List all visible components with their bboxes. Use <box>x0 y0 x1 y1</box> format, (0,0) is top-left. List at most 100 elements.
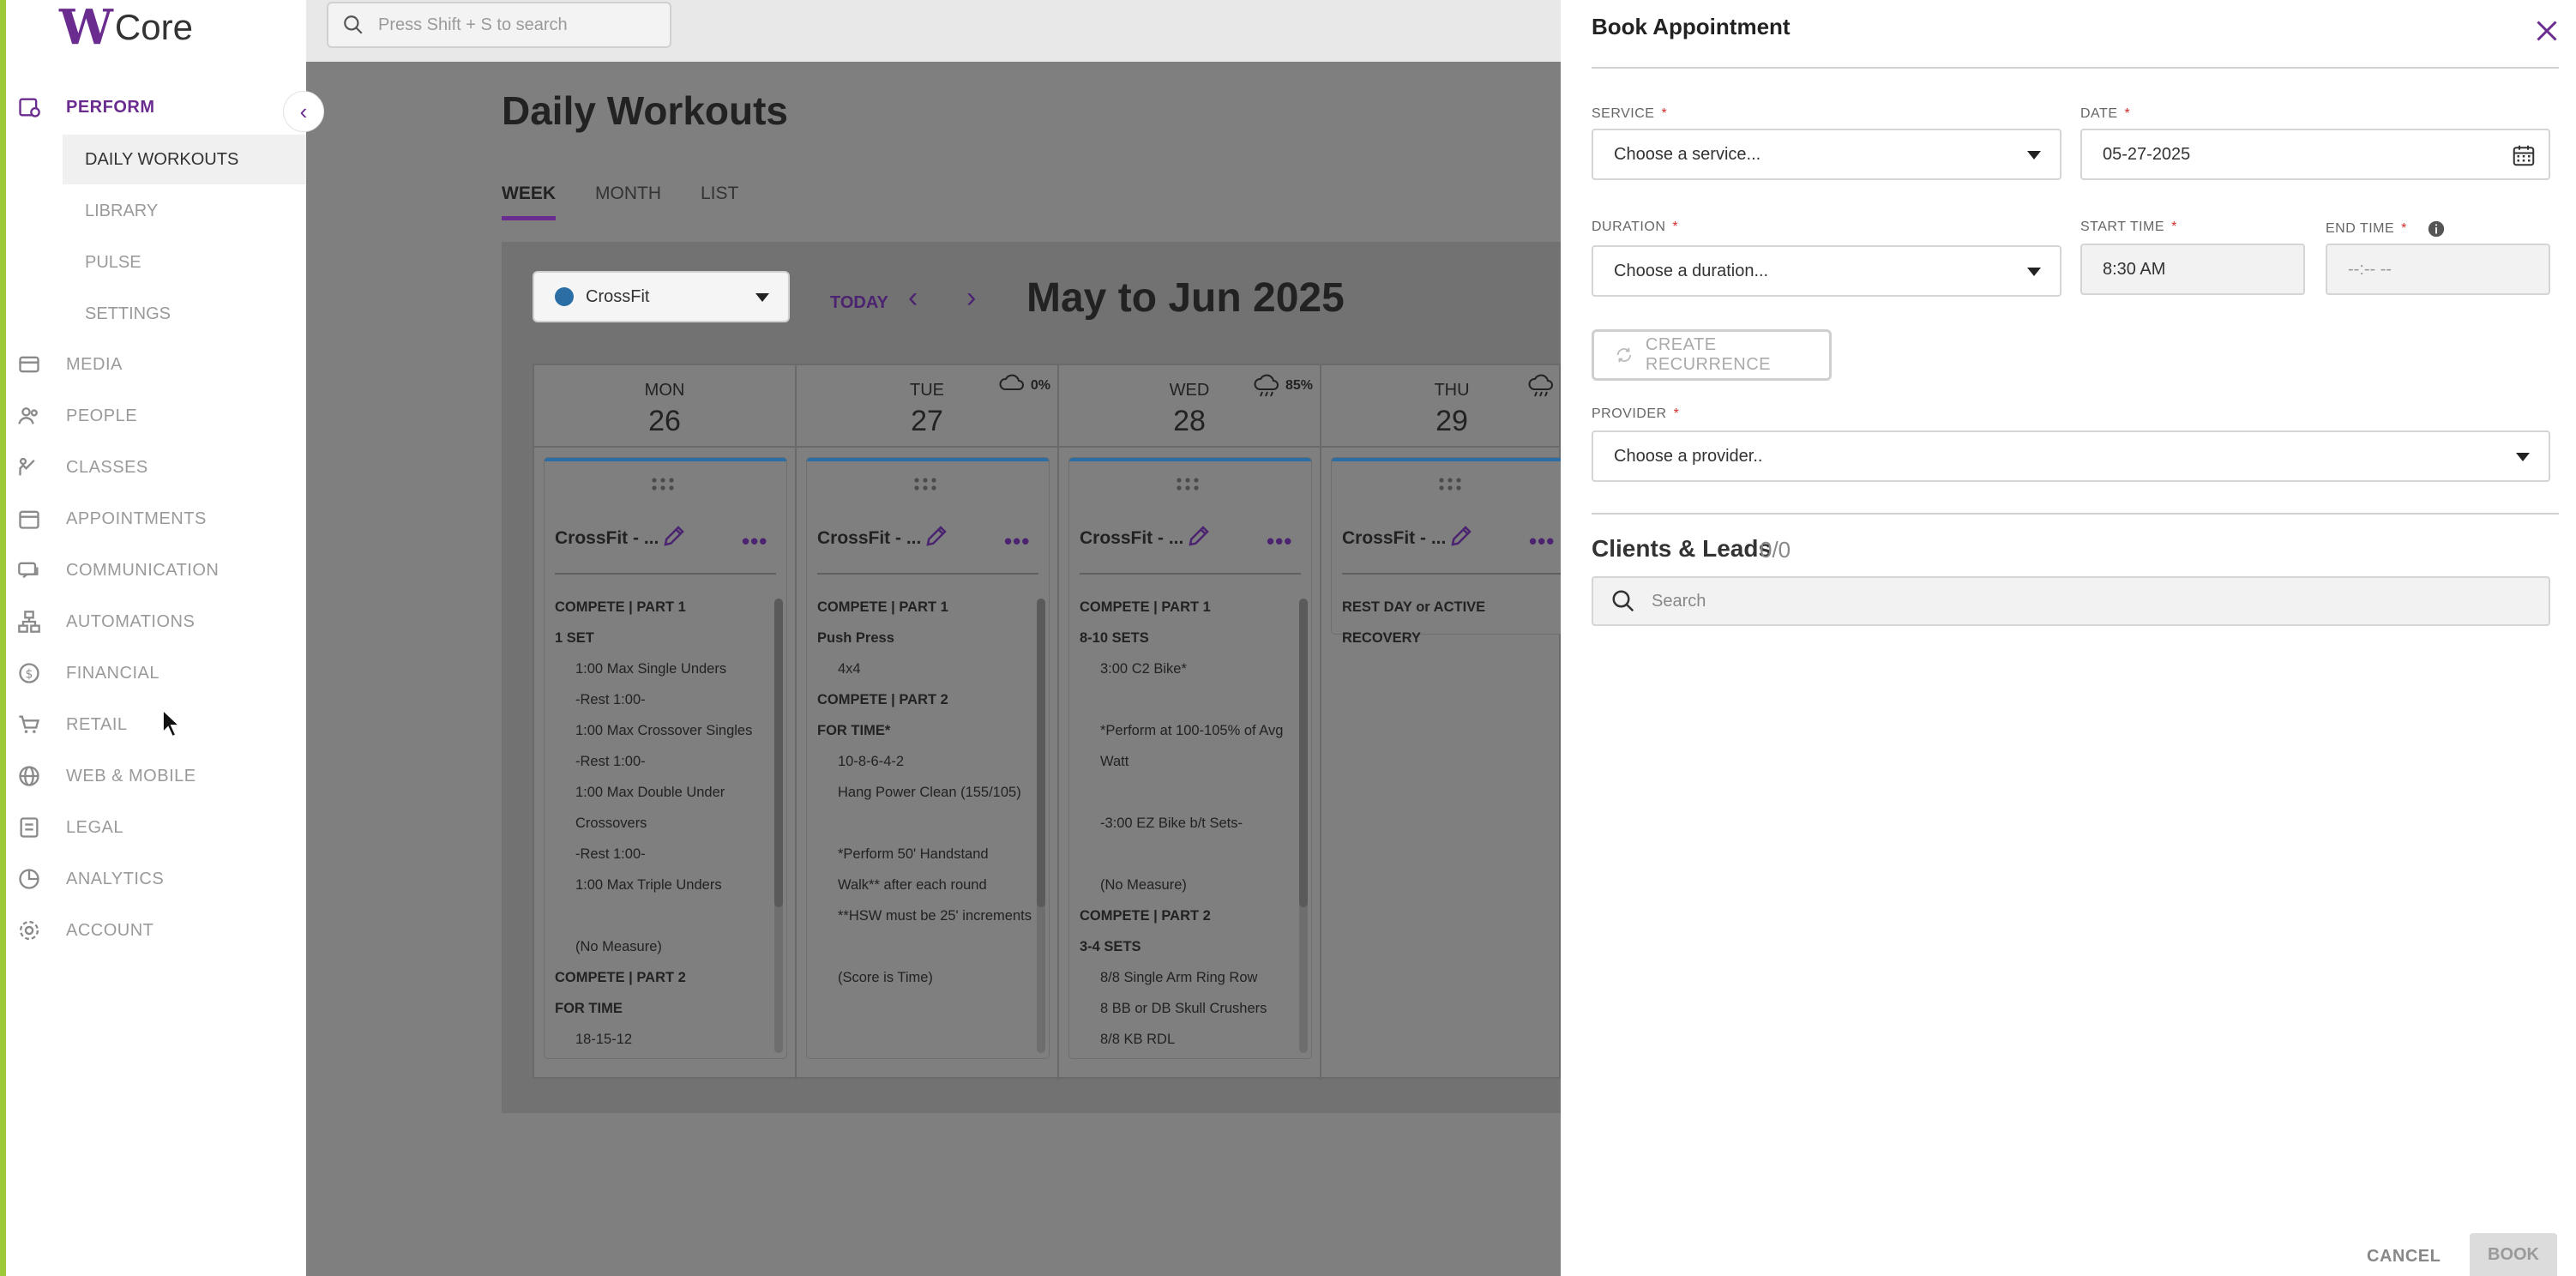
financial-icon: $ <box>16 660 42 686</box>
sidebar-item-automations[interactable]: AUTOMATIONS <box>6 599 306 645</box>
rain-cloud-icon <box>1254 374 1279 397</box>
scrollbar-thumb[interactable] <box>774 599 783 907</box>
sidebar-item-label: ANALYTICS <box>66 869 165 888</box>
sidebar-item-classes[interactable]: CLASSES <box>6 444 306 491</box>
start-time-input[interactable]: 8:30 AM <box>2080 244 2305 295</box>
prev-week-button[interactable]: ‹ <box>908 281 918 315</box>
more-options-icon[interactable]: ••• <box>1267 528 1292 555</box>
cancel-button[interactable]: CANCEL <box>2367 1247 2441 1267</box>
sidebar-item-retail[interactable]: RETAIL <box>6 701 306 748</box>
search-icon <box>1612 590 1634 612</box>
more-options-icon[interactable]: ••• <box>742 528 767 555</box>
people-icon <box>16 403 42 429</box>
cloud-icon <box>999 374 1024 390</box>
edit-pencil-icon[interactable] <box>924 523 949 549</box>
sidebar-item-perform[interactable]: PERFORM <box>6 84 306 130</box>
sidebar-item-financial[interactable]: $ FINANCIAL <box>6 650 306 696</box>
sidebar-item-label: PEOPLE <box>66 406 138 425</box>
workout-title: CrossFit - ... <box>817 528 922 548</box>
edit-pencil-icon[interactable] <box>1186 523 1212 549</box>
scrollbar-thumb[interactable] <box>1299 599 1308 907</box>
drag-handle-icon[interactable] <box>1438 477 1462 492</box>
workout-description: COMPETE | PART 1 8-10 SETS 3:00 C2 Bike* *P… <box>1080 592 1294 1048</box>
date-range-title: May to Jun 2025 <box>1026 275 1345 321</box>
tab-week[interactable]: WEEK <box>502 184 556 220</box>
next-week-button[interactable]: › <box>966 281 976 315</box>
provider-select[interactable]: Choose a provider.. <box>1592 430 2550 482</box>
workout-card[interactable]: CrossFit - ... ••• COMPETE | PART 1 8-10 SE… <box>1069 458 1311 1058</box>
collapse-sidebar-button[interactable]: ‹ <box>283 91 324 132</box>
sidebar-item-media[interactable]: MEDIA <box>6 341 306 388</box>
logo-text: Core <box>114 7 193 47</box>
day-column-wed: WED 28 85% CrossFit - ... ••• COMPETE | PART … <box>1059 365 1321 1080</box>
card-scrollbar[interactable] <box>1299 599 1308 1053</box>
workout-card[interactable]: CrossFit - ... ••• REST DAY or ACTIVE RECO… <box>1332 458 1574 646</box>
sidebar-item-communication[interactable]: COMMUNICATION <box>6 547 306 593</box>
sidebar-item-account[interactable]: ACCOUNT <box>6 907 306 954</box>
service-select[interactable]: Choose a service... <box>1592 129 2061 180</box>
workout-line <box>1080 839 1294 870</box>
drag-handle-icon[interactable] <box>1176 477 1200 492</box>
close-icon[interactable] <box>2531 15 2562 46</box>
logo-mark: W <box>59 0 113 56</box>
workout-card[interactable]: CrossFit - ... ••• COMPETE | PART 1 Push Pr… <box>807 458 1049 1058</box>
book-button[interactable]: BOOK <box>2470 1233 2557 1276</box>
create-recurrence-button[interactable]: CREATE RECURRENCE <box>1592 329 1832 381</box>
workout-line: -Rest 1:00- <box>575 754 646 769</box>
workout-line <box>817 808 1032 839</box>
end-time-input[interactable]: --:-- -- <box>2326 244 2550 295</box>
end-time-value: --:-- -- <box>2348 259 2392 279</box>
calendar-icon[interactable] <box>2511 142 2537 168</box>
calendar-color-dot <box>555 287 574 306</box>
workout-line: 8 BB or DB Skull Crushers <box>1100 1001 1267 1016</box>
tab-month[interactable]: MONTH <box>595 184 661 220</box>
workout-card[interactable]: CrossFit - ... ••• COMPETE | PART 1 1 SET 1:… <box>545 458 786 1058</box>
clients-leads-count: 0/0 <box>1760 537 1791 563</box>
global-search-input[interactable]: Press Shift + S to search <box>327 2 671 48</box>
repeat-icon <box>1616 347 1632 363</box>
sidebar-subitem-settings[interactable]: SETTINGS <box>63 289 311 339</box>
more-options-icon[interactable]: ••• <box>1529 528 1555 555</box>
search-icon <box>344 15 363 34</box>
more-options-icon[interactable]: ••• <box>1004 528 1030 555</box>
sidebar-item-legal[interactable]: LEGAL <box>6 804 306 851</box>
workout-line: 4x4 <box>838 661 861 677</box>
tab-list[interactable]: LIST <box>701 184 738 220</box>
sidebar-subitem-daily-workouts[interactable]: DAILY WORKOUTS <box>63 135 311 184</box>
date-input[interactable]: 05-27-2025 <box>2080 129 2550 180</box>
sidebar-item-label: PERFORM <box>66 97 155 117</box>
sidebar-item-analytics[interactable]: ANALYTICS <box>6 856 306 902</box>
caret-down-icon <box>2027 268 2041 276</box>
card-scrollbar[interactable] <box>774 599 783 1053</box>
workout-line: 1 SET <box>555 630 594 646</box>
classes-icon <box>16 454 42 480</box>
card-divider <box>1080 573 1301 575</box>
automations-icon <box>16 609 42 635</box>
edit-pencil-icon[interactable] <box>661 523 687 549</box>
day-column-tue: TUE 27 0% CrossFit - ... ••• COMPETE | PART 1… <box>797 365 1059 1080</box>
calendar-panel: CrossFit TODAY ‹ › May to Jun 2025 MON 26… <box>502 242 1584 1113</box>
end-time-label: END TIME * <box>2326 220 2446 238</box>
clients-search-input[interactable]: Search <box>1592 576 2550 626</box>
workout-line: Hang Power Clean (155/105) <box>838 785 1021 800</box>
scrollbar-thumb[interactable] <box>1037 599 1045 907</box>
info-icon[interactable] <box>2427 220 2446 238</box>
drag-handle-icon[interactable] <box>651 477 675 492</box>
duration-select[interactable]: Choose a duration... <box>1592 245 2061 297</box>
app-logo[interactable]: W Core <box>59 0 193 56</box>
card-scrollbar[interactable] <box>1037 599 1045 1053</box>
calendar-select[interactable]: CrossFit <box>533 271 790 322</box>
rain-cloud-icon <box>1528 374 1554 397</box>
sidebar-item-appointments[interactable]: APPOINTMENTS <box>6 496 306 542</box>
edit-pencil-icon[interactable] <box>1448 523 1474 549</box>
drag-handle-icon[interactable] <box>913 477 937 492</box>
weather-forecast: 85% <box>1253 374 1313 398</box>
sidebar-item-people[interactable]: PEOPLE <box>6 393 306 439</box>
sidebar-subitem-pulse[interactable]: PULSE <box>63 238 311 287</box>
workout-line: COMPETE | PART 1 <box>1080 599 1211 615</box>
workout-line <box>555 900 769 931</box>
sidebar-item-web-mobile[interactable]: WEB & MOBILE <box>6 753 306 799</box>
sidebar-subitem-library[interactable]: LIBRARY <box>63 186 311 236</box>
workout-line: 1:00 Max Double Under Crossovers <box>575 785 725 831</box>
today-button[interactable]: TODAY <box>830 293 888 313</box>
